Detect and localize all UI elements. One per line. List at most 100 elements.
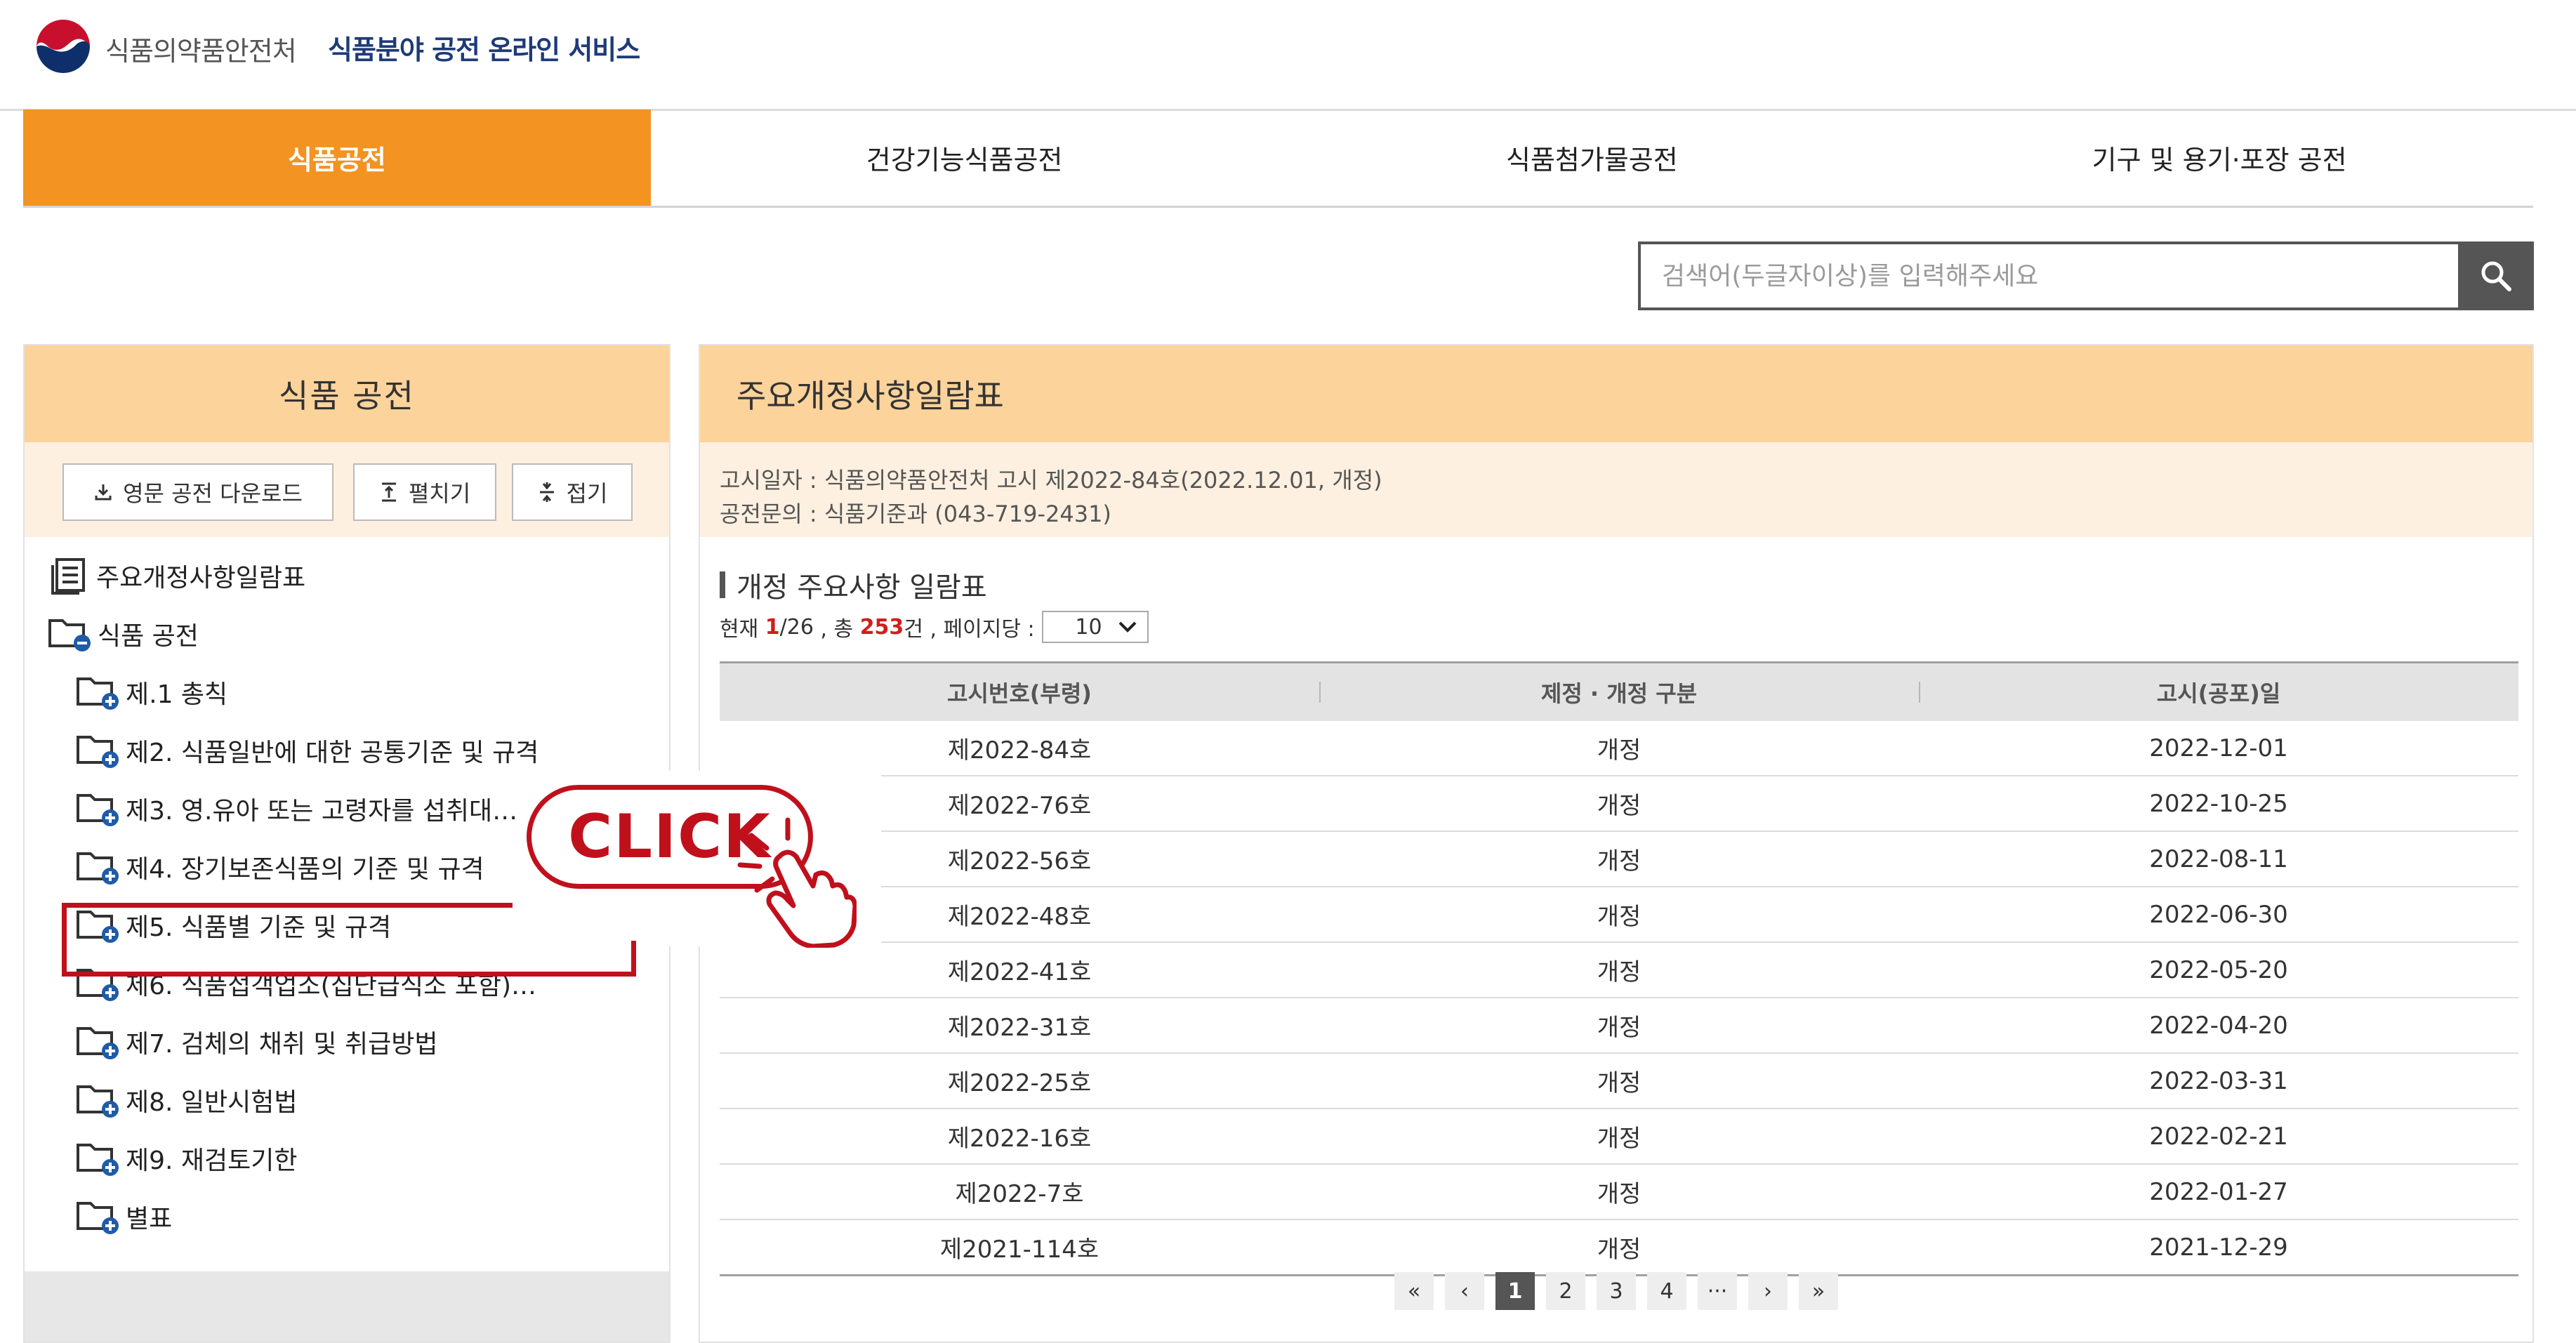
tree-label: 식품 공전 xyxy=(98,622,199,651)
tree-item-chapter-7[interactable]: 제7. 검체의 채취 및 취급방법 xyxy=(75,1017,437,1066)
folder-plus-icon xyxy=(77,736,119,768)
highlight-frame-right xyxy=(631,941,636,977)
tree-label: 제7. 검체의 채취 및 취급방법 xyxy=(126,1030,438,1059)
folder-plus-icon xyxy=(77,852,119,885)
total-prefix: , 총 xyxy=(820,617,854,642)
current-page-number: 1 xyxy=(765,614,780,640)
collapse-all-button[interactable]: 접기 xyxy=(512,463,633,521)
chevron-down-icon xyxy=(1118,621,1136,633)
nav-tab-container-packaging-code[interactable]: 기구 및 용기·포장 공전 xyxy=(1905,110,2533,206)
tree-label: 주요개정사항일람표 xyxy=(96,564,306,593)
contact-line: 공전문의 : 식품기준과 (043-719-2431) xyxy=(720,497,2532,531)
tree-item-chapter-9[interactable]: 제9. 재검토기한 xyxy=(75,1134,298,1183)
highlight-frame-left xyxy=(62,903,67,977)
expand-all-button[interactable]: 펼치기 xyxy=(353,463,496,521)
cell-type: 개정 xyxy=(1319,1219,1919,1276)
page-button-2[interactable]: 2 xyxy=(1546,1272,1585,1310)
cell-date: 2022-01-27 xyxy=(1919,1164,2518,1220)
cell-date: 2021-12-29 xyxy=(1919,1219,2518,1276)
tree-label: 별표 xyxy=(126,1205,173,1233)
nav-tab-health-food-code[interactable]: 건강기능식품공전 xyxy=(651,110,1279,206)
tree-item-revision-table[interactable]: 주요개정사항일람표 xyxy=(47,551,305,600)
download-english-code-button[interactable]: 영문 공전 다운로드 xyxy=(62,463,333,521)
tree-item-appendix[interactable]: 별표 xyxy=(75,1192,172,1241)
folder-plus-icon xyxy=(77,1027,119,1059)
download-icon xyxy=(95,484,112,501)
pagination: « ‹ 1 2 3 4 ··· › » xyxy=(700,1272,2532,1310)
cell-type: 개정 xyxy=(1319,998,1919,1054)
page-button-4[interactable]: 4 xyxy=(1647,1272,1686,1310)
folder-plus-icon xyxy=(77,1202,119,1234)
table-row[interactable]: 제2022-48호 개정 2022-06-30 xyxy=(720,887,2518,943)
cell-date: 2022-10-25 xyxy=(1919,776,2518,832)
folder-plus-icon xyxy=(77,794,119,826)
total-count: 253 xyxy=(859,614,904,640)
table-row[interactable]: 제2022-84호 개정 2022-12-01 xyxy=(720,721,2518,776)
tree-item-chapter-8[interactable]: 제8. 일반시험법 xyxy=(75,1076,298,1125)
total-suffix: 건 , 페이지당 : xyxy=(904,617,1035,642)
tree-item-chapter-5[interactable]: 제5. 식품별 기준 및 규격 xyxy=(75,901,391,950)
cell-date: 2022-06-30 xyxy=(1919,887,2518,943)
tree-item-chapter-4[interactable]: 제4. 장기보존식품의 기준 및 규격 xyxy=(75,842,484,892)
cell-type: 개정 xyxy=(1319,1109,1919,1165)
table-row[interactable]: 제2022-31호 개정 2022-04-20 xyxy=(720,998,2518,1054)
tree-label: 제4. 장기보존식품의 기준 및 규격 xyxy=(126,855,484,884)
folder-plus-icon xyxy=(77,969,119,1001)
content-title: 주요개정사항일람표 xyxy=(700,345,2532,442)
first-page-button[interactable]: « xyxy=(1394,1272,1434,1310)
prev-page-button[interactable]: ‹ xyxy=(1445,1272,1484,1310)
folder-plus-icon xyxy=(77,911,119,943)
table-row[interactable]: 제2022-76호 개정 2022-10-25 xyxy=(720,776,2518,832)
government-logo-icon[interactable] xyxy=(31,18,95,74)
search-input[interactable] xyxy=(1638,242,2458,310)
folder-plus-icon xyxy=(77,677,119,710)
nav-tab-food-additive-code[interactable]: 식품첨가물공전 xyxy=(1279,110,1906,206)
cell-date: 2022-03-31 xyxy=(1919,1053,2518,1109)
folder-minus-icon xyxy=(48,619,91,651)
tree-label: 제5. 식품별 기준 및 규격 xyxy=(126,913,392,942)
table-row[interactable]: 제2022-25호 개정 2022-03-31 xyxy=(720,1053,2518,1109)
revision-table: 고시번호(부령) 제정 · 개정 구분 고시(공포)일 제2022-84호 개정 2… xyxy=(720,661,2518,1276)
last-page-button[interactable]: » xyxy=(1799,1272,1838,1310)
col-revision-type: 제정 · 개정 구분 xyxy=(1319,661,1919,721)
tree-label: 제9. 재검토기한 xyxy=(126,1146,298,1175)
org-name[interactable]: 식품의약품안전처 xyxy=(105,29,297,68)
tree-item-chapter-2[interactable]: 제2. 식품일반에 대한 공통기준 및 규격 xyxy=(75,726,539,775)
contact-label: 공전문의 : xyxy=(720,501,817,527)
search-button[interactable] xyxy=(2458,242,2534,310)
highlight-frame-bottom xyxy=(62,972,636,977)
collapse-all-label: 접기 xyxy=(566,480,608,507)
per-page-value: 10 xyxy=(1075,614,1102,640)
search-icon xyxy=(2481,261,2511,291)
tree-item-chapter-1[interactable]: 제.1 총칙 xyxy=(75,668,227,717)
tree-label: 제.1 총칙 xyxy=(126,680,228,709)
table-row[interactable]: 제2022-16호 개정 2022-02-21 xyxy=(720,1109,2518,1165)
table-row[interactable]: 제2022-7호 개정 2022-01-27 xyxy=(720,1164,2518,1220)
tree-item-food-code[interactable]: 식품 공전 xyxy=(47,609,199,659)
site-header: 식품의약품안전처 식품분야 공전 온라인 서비스 xyxy=(0,0,2576,111)
document-list-icon xyxy=(51,558,85,595)
cell-date: 2022-12-01 xyxy=(1919,721,2518,776)
next-page-button[interactable]: › xyxy=(1748,1272,1788,1310)
cell-number: 제2022-31호 xyxy=(720,998,1319,1054)
nav-tab-food-code[interactable]: 식품공전 xyxy=(23,110,651,206)
table-row[interactable]: 제2021-114호 개정 2021-12-29 xyxy=(720,1219,2518,1276)
cell-date: 2022-02-21 xyxy=(1919,1109,2518,1165)
table-row[interactable]: 제2022-56호 개정 2022-08-11 xyxy=(720,831,2518,887)
per-page-select[interactable]: 10 xyxy=(1041,611,1149,643)
tree-item-chapter-6[interactable]: 제6. 식품접객업소(집단급식소 포함)… xyxy=(75,959,536,1008)
folder-plus-icon xyxy=(77,1085,119,1118)
tree-item-chapter-3[interactable]: 제3. 영.유아 또는 고령자를 섭취대… xyxy=(75,784,517,833)
search-box xyxy=(1638,242,2534,310)
table-row[interactable]: 제2022-41호 개정 2022-05-20 xyxy=(720,942,2518,998)
page-button-3[interactable]: 3 xyxy=(1597,1272,1636,1310)
notice-label: 고시일자 : xyxy=(720,467,817,494)
service-name[interactable]: 식품분야 공전 온라인 서비스 xyxy=(328,28,640,67)
cell-number: 제2022-84호 xyxy=(720,721,1319,776)
left-panel-title: 식품 공전 xyxy=(25,345,669,442)
more-pages-button[interactable]: ··· xyxy=(1698,1272,1737,1310)
page-button-1[interactable]: 1 xyxy=(1495,1272,1535,1310)
contact-value: 식품기준과 (043-719-2431) xyxy=(824,501,1111,527)
download-english-code-label: 영문 공전 다운로드 xyxy=(123,480,303,507)
expand-icon xyxy=(381,482,396,502)
